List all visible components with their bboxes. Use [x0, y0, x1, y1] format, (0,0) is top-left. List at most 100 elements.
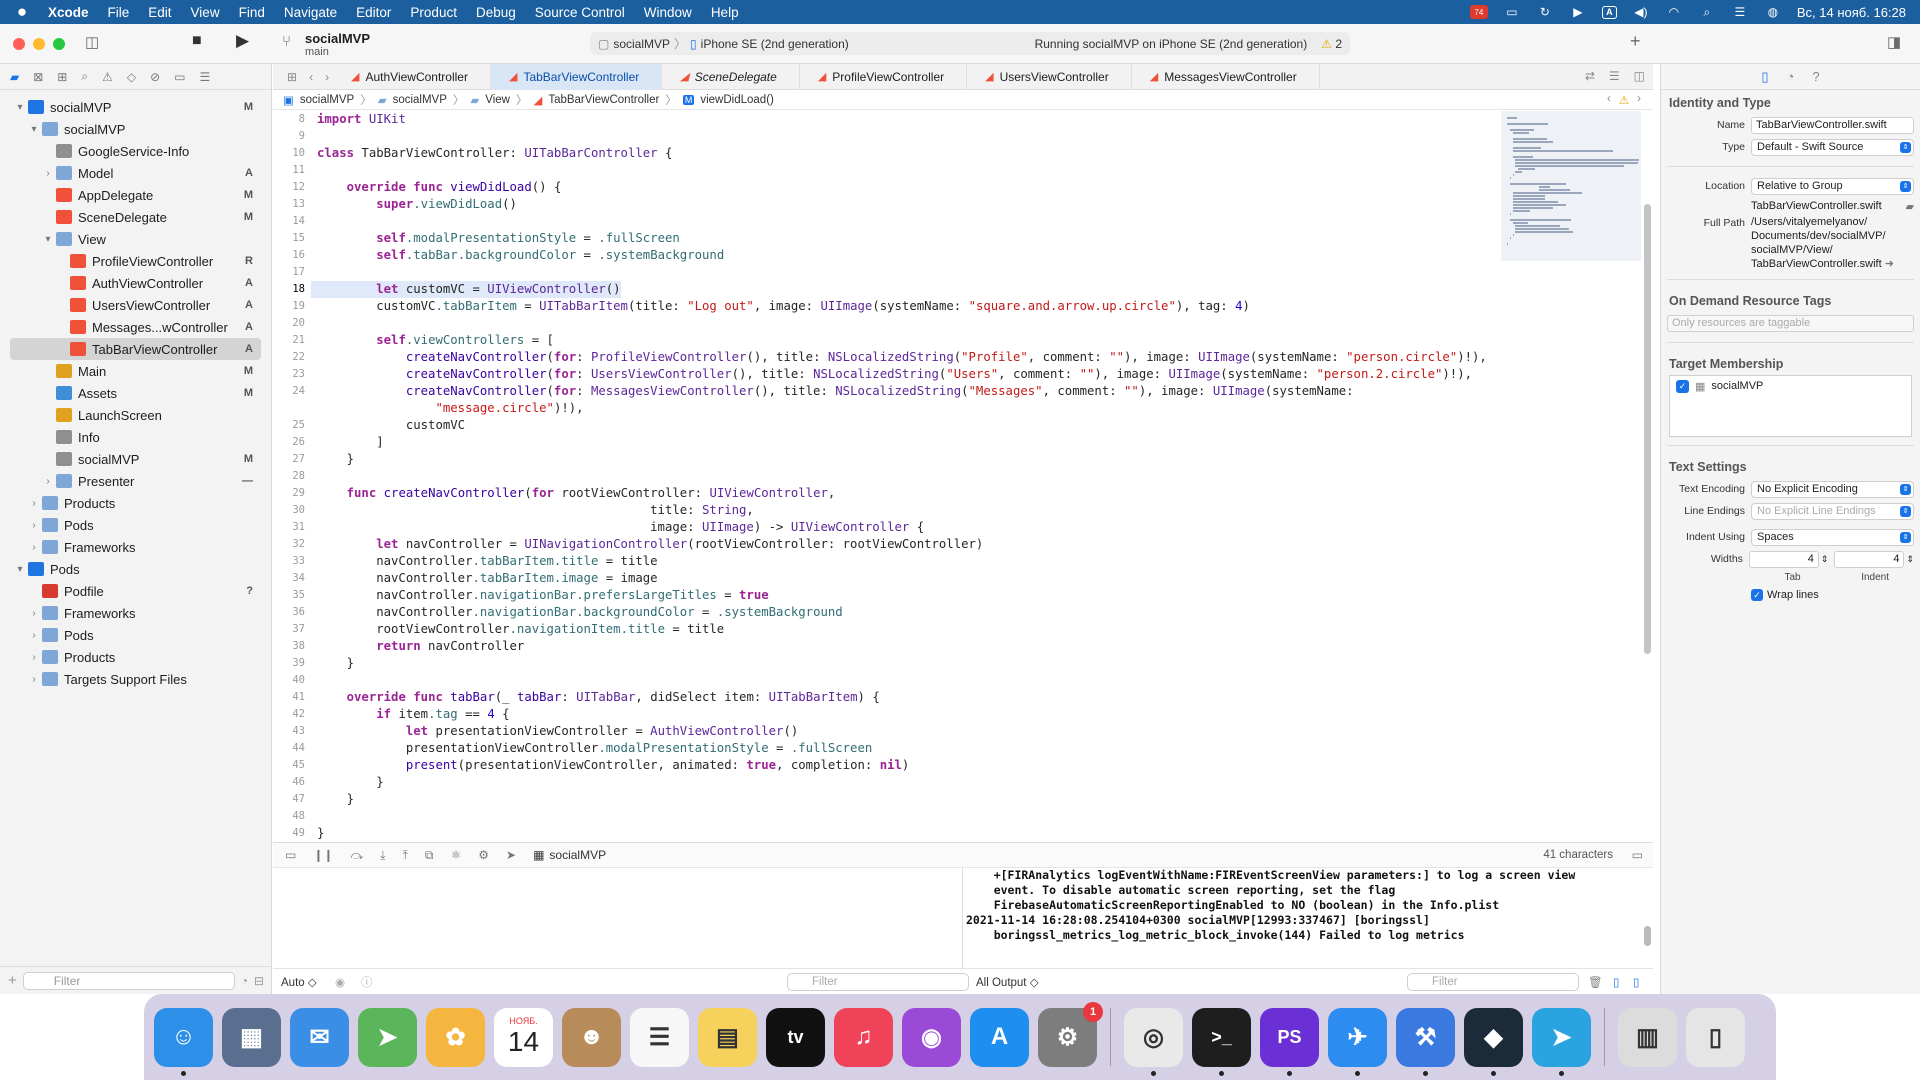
- add-icon[interactable]: +: [1630, 31, 1641, 52]
- line-number[interactable]: 39: [273, 655, 311, 672]
- line-number[interactable]: 25: [273, 417, 311, 434]
- date-time[interactable]: Вс, 14 нояб. 16:28: [1797, 5, 1906, 20]
- code-line[interactable]: 26 ]: [273, 434, 1503, 451]
- finder-icon[interactable]: ☺: [154, 1007, 213, 1076]
- line-number[interactable]: [273, 400, 311, 417]
- line-number[interactable]: 41: [273, 689, 311, 706]
- minimap[interactable]: [1501, 111, 1641, 261]
- code-line[interactable]: 18 let customVC = UIViewController(): [273, 281, 1503, 298]
- code-line[interactable]: 47 }: [273, 791, 1503, 808]
- line-number[interactable]: 44: [273, 740, 311, 757]
- disclosure-closed-icon[interactable]: ›: [28, 608, 40, 619]
- split-editor-icon[interactable]: ◫: [1634, 69, 1645, 83]
- line-number[interactable]: 9: [273, 128, 311, 145]
- navigator-item[interactable]: Podfile?: [10, 580, 261, 602]
- prev-issue-icon[interactable]: ‹: [1607, 93, 1611, 107]
- related-items-icon[interactable]: ⊞: [287, 70, 297, 84]
- line-number[interactable]: 20: [273, 315, 311, 332]
- line-number[interactable]: 27: [273, 451, 311, 468]
- issue-tab-icon[interactable]: ⚠: [102, 70, 113, 84]
- indent-popup[interactable]: Spaces ⇕: [1751, 528, 1914, 546]
- run-icon[interactable]: ▶: [236, 31, 249, 51]
- code-line[interactable]: 48: [273, 808, 1503, 825]
- debug-target[interactable]: ▦ socialMVP: [533, 848, 606, 862]
- phpstorm-icon[interactable]: PS: [1260, 1007, 1319, 1076]
- code-line[interactable]: 33 navController.tabBarItem.title = titl…: [273, 553, 1503, 570]
- line-number[interactable]: 43: [273, 723, 311, 740]
- navigator-item[interactable]: › Presenter —: [10, 470, 261, 492]
- navigator-item[interactable]: ProfileViewController R: [10, 250, 261, 272]
- line-number[interactable]: 13: [273, 196, 311, 213]
- console-output[interactable]: +[FIRAnalytics logEventWithName:FIREvent…: [966, 868, 1646, 968]
- code-line[interactable]: 44 presentationViewController.modalPrese…: [273, 740, 1503, 757]
- file-inspector-tab-icon[interactable]: ▯: [1761, 69, 1768, 85]
- navigator-item[interactable]: LaunchScreen: [10, 404, 261, 426]
- line-number[interactable]: 48: [273, 808, 311, 825]
- line-number[interactable]: 12: [273, 179, 311, 196]
- step-out-icon[interactable]: ⤒: [403, 848, 408, 863]
- wrap-lines-checkbox[interactable]: ✓: [1751, 589, 1763, 601]
- line-number[interactable]: 16: [273, 247, 311, 264]
- memory-graph-icon[interactable]: ⚛: [450, 848, 461, 862]
- type-popup[interactable]: Default - Swift Source ⇕: [1751, 138, 1914, 156]
- disclosure-closed-icon[interactable]: ›: [28, 542, 40, 553]
- warning-icon[interactable]: ⚠: [1619, 93, 1629, 107]
- jump-bar-item[interactable]: viewDidLoad(): [700, 94, 774, 106]
- menu-item-help[interactable]: Help: [711, 5, 739, 20]
- code-line[interactable]: 12 override func viewDidLoad() {: [273, 179, 1503, 196]
- navigator-item[interactable]: SceneDelegate M: [10, 206, 261, 228]
- telegram-icon[interactable]: ➤: [1532, 1007, 1591, 1076]
- source-control-tab-icon[interactable]: ⊠: [33, 70, 43, 84]
- line-number[interactable]: 23: [273, 366, 311, 383]
- disclosure-closed-icon[interactable]: ›: [42, 168, 54, 179]
- menu-item-file[interactable]: File: [108, 5, 130, 20]
- volume-icon[interactable]: ◀): [1632, 5, 1650, 19]
- code-line[interactable]: 9: [273, 128, 1503, 145]
- code-line[interactable]: 10 class TabBarViewController: UITabBarCo…: [273, 145, 1503, 162]
- disclosure-closed-icon[interactable]: ›: [28, 652, 40, 663]
- disclosure-closed-icon[interactable]: ›: [28, 630, 40, 641]
- recent-files-icon[interactable]: ◔: [241, 974, 248, 988]
- navigator-item[interactable]: › Frameworks: [10, 602, 261, 624]
- line-number[interactable]: 28: [273, 468, 311, 485]
- navigator-item[interactable]: › Products: [10, 646, 261, 668]
- editor-tab[interactable]: ◢ TabBarViewController: [490, 63, 663, 90]
- navigator-item[interactable]: › Targets Support Files: [10, 668, 261, 690]
- line-number[interactable]: 31: [273, 519, 311, 536]
- variables-filter-input[interactable]: Filter: [787, 972, 969, 991]
- disclosure-open-icon[interactable]: ▾: [28, 124, 40, 135]
- disclosure-open-icon[interactable]: ▾: [14, 102, 26, 113]
- project-scheme[interactable]: socialMVP main: [305, 31, 370, 58]
- run-destination[interactable]: ▢ socialMVP 〉 ▯ iPhone SE (2nd generatio…: [598, 35, 849, 52]
- code-line[interactable]: 39 }: [273, 655, 1503, 672]
- code-line[interactable]: 38 return navController: [273, 638, 1503, 655]
- folder-icon[interactable]: ▰: [1906, 200, 1914, 213]
- code-line[interactable]: 27 }: [273, 451, 1503, 468]
- adjust-options-icon[interactable]: ☰: [1609, 69, 1620, 83]
- code-line[interactable]: 37 rootViewController.navigationItem.tit…: [273, 621, 1503, 638]
- line-number[interactable]: 37: [273, 621, 311, 638]
- forward-icon[interactable]: ›: [325, 70, 329, 84]
- disclosure-closed-icon[interactable]: ›: [42, 476, 54, 487]
- minimize-window-button[interactable]: [33, 38, 45, 50]
- code-line[interactable]: 20: [273, 315, 1503, 332]
- simulate-location-icon[interactable]: ➤: [506, 848, 516, 862]
- jump-bar-item[interactable]: View: [485, 94, 510, 106]
- trash-icon[interactable]: ▯: [1686, 1007, 1745, 1067]
- code-line[interactable]: 11: [273, 162, 1503, 179]
- console-toggle-icon[interactable]: ▭: [1632, 848, 1643, 862]
- view-hierarchy-icon[interactable]: ⧉: [425, 848, 434, 863]
- line-number[interactable]: 49: [273, 825, 311, 839]
- jump-bar-item[interactable]: socialMVP: [393, 94, 447, 106]
- navigator-item[interactable]: Info: [10, 426, 261, 448]
- code-line[interactable]: 40: [273, 672, 1503, 689]
- disclosure-open-icon[interactable]: ▾: [14, 564, 26, 575]
- line-number[interactable]: 11: [273, 162, 311, 179]
- sourcetree-icon[interactable]: ◆: [1464, 1007, 1523, 1076]
- instruments-icon[interactable]: ⚒: [1396, 1007, 1455, 1076]
- info-icon[interactable]: ⓘ: [361, 974, 373, 990]
- siri-icon[interactable]: ◍: [1764, 5, 1782, 19]
- navigator-item[interactable]: socialMVP M: [10, 448, 261, 470]
- xcode-icon[interactable]: ✈: [1328, 1007, 1387, 1076]
- location-popup[interactable]: Relative to Group ⇕: [1751, 177, 1914, 195]
